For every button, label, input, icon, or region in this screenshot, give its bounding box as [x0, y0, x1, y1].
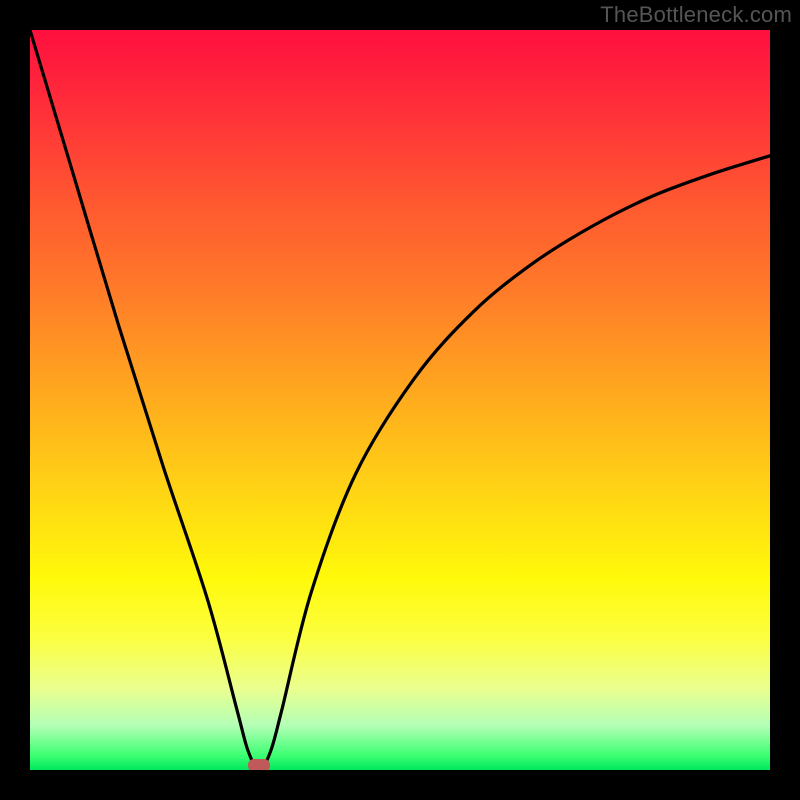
- plot-area: [30, 30, 770, 770]
- chart-frame: TheBottleneck.com: [0, 0, 800, 800]
- watermark-text: TheBottleneck.com: [600, 2, 792, 28]
- bottleneck-curve: [30, 30, 770, 770]
- optimal-point-marker: [248, 759, 270, 770]
- curve-svg: [30, 30, 770, 770]
